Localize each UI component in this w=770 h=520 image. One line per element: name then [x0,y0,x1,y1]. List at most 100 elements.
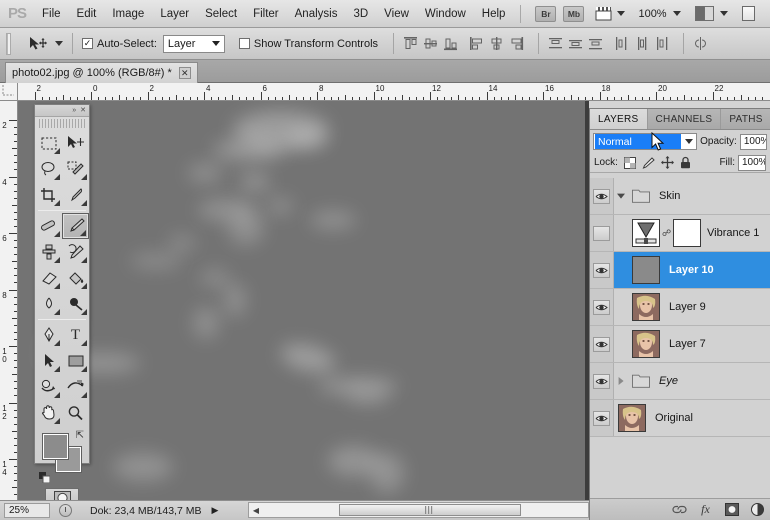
default-colors-icon[interactable] [39,472,50,483]
current-tool-preset-picker[interactable] [28,36,63,52]
align-right-edges-icon[interactable] [509,36,524,51]
add-layer-style-icon[interactable]: fx [698,502,713,517]
lock-image-pixels-icon[interactable] [642,156,655,169]
tool-rectangular-marquee[interactable] [35,130,62,156]
opacity-field[interactable]: 100% [739,133,767,150]
collapse-icon[interactable]: » [72,107,76,114]
tool-paint-bucket[interactable] [62,265,89,291]
menu-image[interactable]: Image [104,4,152,24]
distribute-right-edges-icon[interactable] [654,36,669,51]
link-layers-icon[interactable] [672,502,687,517]
document-tab[interactable]: photo02.jpg @ 100% (RGB/8#) * ✕ [5,62,198,83]
menu-edit[interactable]: Edit [69,4,105,24]
menu-analysis[interactable]: Analysis [287,4,346,24]
document-canvas[interactable] [18,101,589,500]
layer-visibility-toggle[interactable] [590,252,614,288]
layer-row-eye[interactable]: Eye [590,363,770,400]
menu-3d[interactable]: 3D [345,4,376,24]
tool-3d-object-rotate[interactable] [35,374,62,400]
fill-field[interactable]: 100% [738,154,766,171]
screen-mode-icon[interactable] [741,6,755,21]
layer-row-layer-9[interactable]: Layer 9 [590,289,770,326]
layer-thumbnail[interactable] [618,404,646,432]
auto-align-layers-icon[interactable] [693,36,708,51]
launch-mini-bridge-button[interactable]: Mb [563,5,585,22]
menu-layer[interactable]: Layer [152,4,197,24]
view-extras-dropdown[interactable] [595,6,626,21]
tool-crop[interactable] [35,182,62,208]
tool-3d-camera-orbit[interactable] [62,374,89,400]
add-layer-mask-icon[interactable] [724,502,739,517]
menu-window[interactable]: Window [417,4,474,24]
layer-visibility-toggle[interactable] [590,215,614,251]
group-disclosure-triangle[interactable] [614,377,628,385]
auto-select-checkbox[interactable]: ✓ Auto-Select: [82,38,163,50]
layer-thumbnail[interactable] [632,330,660,358]
tool-history-brush[interactable] [62,239,89,265]
tool-zoom[interactable] [62,400,89,426]
arrange-chevron-down-icon[interactable] [719,11,728,16]
status-expand-icon[interactable]: ▶ [211,505,218,516]
foreground-color-swatch[interactable] [43,434,68,459]
lock-all-icon[interactable] [680,156,691,169]
distribute-top-edges-icon[interactable] [548,36,563,51]
tool-dodge[interactable] [62,291,89,317]
tool-horizontal-type[interactable]: T [62,322,89,348]
launch-bridge-button[interactable]: Br [535,5,557,22]
align-horizontal-centers-icon[interactable] [489,36,504,51]
tab-layers[interactable]: LAYERS [590,109,648,129]
layer-mask-thumbnail[interactable] [673,219,701,247]
zoom-percent-field[interactable]: 25% [4,503,50,518]
align-vertical-centers-icon[interactable] [423,36,438,51]
menu-view[interactable]: View [376,4,417,24]
layer-visibility-toggle[interactable] [590,326,614,362]
layer-thumbnail[interactable] [632,256,660,284]
tool-move[interactable] [62,130,89,156]
tool-clone-stamp[interactable] [35,239,62,265]
distribute-bottom-edges-icon[interactable] [588,36,603,51]
link-mask-icon[interactable]: ☍ [662,228,671,239]
options-bar-grip[interactable] [6,32,11,55]
show-transform-controls-checkbox[interactable]: Show Transform Controls [238,38,384,50]
horizontal-scrollbar[interactable]: ◀ [248,502,589,518]
timing-icon[interactable] [59,504,72,517]
adjustment-layer-thumbnail[interactable] [632,219,660,247]
layer-visibility-toggle[interactable] [590,178,614,214]
group-disclosure-triangle[interactable] [614,192,628,200]
layer-row-vibrance-1[interactable]: ☍ Vibrance 1 [590,215,770,252]
tool-eraser[interactable] [35,265,62,291]
blend-mode-dropdown[interactable]: Normal [593,133,698,150]
horizontal-ruler[interactable]: 2 0 2 4 6 8 10 12 14 16 18 20 22 [18,83,770,101]
distribute-left-edges-icon[interactable] [614,36,629,51]
lock-position-icon[interactable] [660,156,674,169]
menu-filter[interactable]: Filter [245,4,287,24]
tool-brush[interactable] [62,213,89,239]
auto-select-scope-dropdown[interactable]: Layer [162,34,225,53]
close-icon[interactable]: ✕ [80,107,86,114]
tab-paths[interactable]: PATHS [721,109,770,129]
swap-colors-icon[interactable]: ⇱ [76,430,84,441]
arrange-documents-icon[interactable] [694,6,714,21]
tool-path-selection[interactable] [35,348,62,374]
tool-hand[interactable] [35,400,62,426]
layer-row-layer-7[interactable]: Layer 7 [590,326,770,363]
menu-file[interactable]: File [34,4,69,24]
layer-thumbnail[interactable] [632,293,660,321]
tool-pen[interactable] [35,322,62,348]
tool-blur[interactable] [35,291,62,317]
menu-help[interactable]: Help [474,4,514,24]
layer-visibility-toggle[interactable] [590,289,614,325]
layer-row-layer-10[interactable]: Layer 10 [590,252,770,289]
close-icon[interactable]: ✕ [178,67,191,79]
vertical-ruler[interactable]: 2468101214 [0,101,18,500]
align-bottom-edges-icon[interactable] [443,36,458,51]
horizontal-scroll-thumb[interactable] [339,504,521,516]
align-top-edges-icon[interactable] [403,36,418,51]
scroll-left-icon[interactable]: ◀ [249,506,263,515]
tool-rectangle-shape[interactable] [62,348,89,374]
distribute-vertical-centers-icon[interactable] [568,36,583,51]
layer-row-original[interactable]: Original [590,400,770,437]
zoom-chevron-down-icon[interactable] [672,11,681,16]
layers-list[interactable]: Skin ☍ Vibrance 1 Layer 10 Layer 9 Layer… [590,178,770,500]
tab-channels[interactable]: CHANNELS [648,109,722,129]
